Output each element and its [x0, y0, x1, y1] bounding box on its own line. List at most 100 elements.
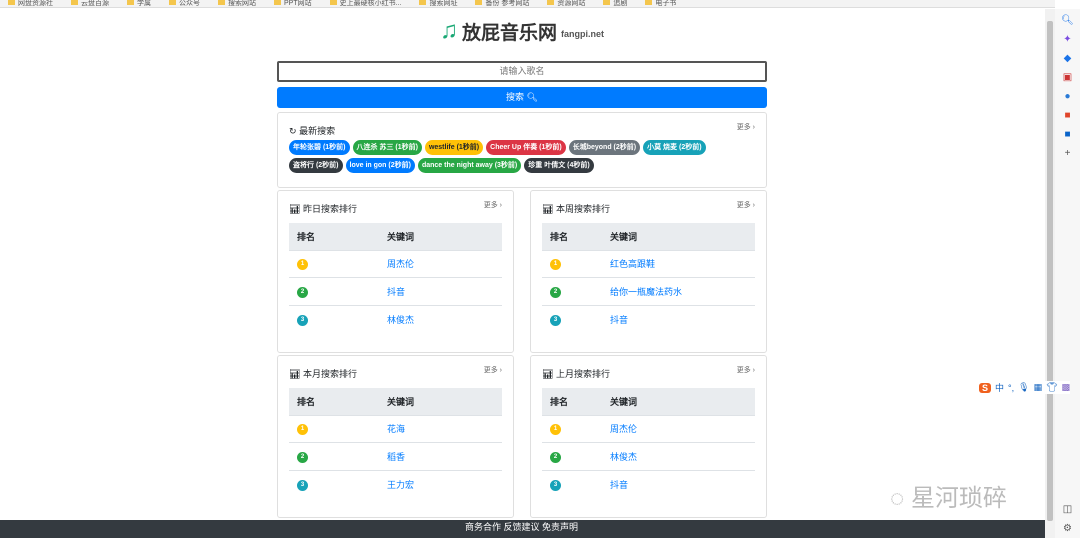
ranking-table: 排名 关键词 1 红色高跟鞋 2 给你一瓶魔法药水 3 抖音: [542, 223, 755, 333]
recent-tag[interactable]: Cheer Up 伴奏 (1秒前): [486, 140, 566, 155]
ranking-card: 📊︎ 本月搜索排行 更多 › 排名 关键词 1 花海 2 稻香 3 王力宏: [277, 355, 514, 518]
rank-cell: 3: [289, 469, 379, 498]
rank-badge: 3: [550, 479, 561, 491]
ranking-title-text: 本周搜索排行: [555, 204, 610, 214]
rank-badge: 1: [550, 424, 561, 436]
history-icon: ↻: [289, 126, 297, 136]
ranking-title-text: 本月搜索排行: [302, 369, 357, 379]
toolbox-icon[interactable]: ▣: [1063, 72, 1072, 83]
keyword-link[interactable]: 花海: [387, 424, 405, 434]
table-row: 3 抖音: [542, 304, 755, 333]
bar-chart-icon: 📊︎: [542, 369, 554, 379]
song-search-input[interactable]: 请输入歌名: [277, 61, 767, 82]
search-button[interactable]: 搜索 🔍︎: [277, 87, 767, 108]
tag-icon[interactable]: ◆: [1064, 53, 1072, 64]
ranking-more-link[interactable]: 更多 ›: [737, 365, 755, 375]
skin-icon[interactable]: 👕︎: [1046, 382, 1057, 393]
rank-badge: 1: [550, 259, 561, 271]
rank-cell: 3: [542, 469, 602, 498]
ime-mode[interactable]: 中: [995, 381, 1004, 394]
keyword-link[interactable]: 林俊杰: [610, 452, 637, 462]
keyword-cell: 花海: [379, 414, 502, 443]
bookmark-item[interactable]: 公众号: [169, 0, 200, 7]
keyword-cell: 抖音: [602, 304, 755, 333]
scrollbar-thumb[interactable]: [1047, 21, 1053, 521]
bookmark-item[interactable]: 搜索网址: [419, 0, 457, 7]
table-row: 3 抖音: [542, 469, 755, 498]
bookmark-item[interactable]: 搜索网站: [218, 0, 256, 7]
recent-tag[interactable]: dance the night away (3秒前): [417, 158, 522, 173]
sogou-logo: S: [979, 382, 992, 393]
keyboard-icon[interactable]: ▦: [1034, 382, 1043, 393]
keyword-link[interactable]: 周杰伦: [610, 424, 637, 434]
site-logo[interactable]: ♫ 放屁音乐网 fangpi.net: [440, 17, 604, 45]
ranking-card: 📊︎ 上月搜索排行 更多 › 排名 关键词 1 周杰伦 2 林俊杰 3 抖音: [530, 355, 767, 518]
bookmark-item[interactable]: 云盘百源: [71, 0, 109, 7]
ranking-table: 排名 关键词 1 周杰伦 2 抖音 3 林俊杰: [289, 223, 502, 333]
page: ♫ 放屁音乐网 fangpi.net 请输入歌名 搜索 🔍︎ ↻ 最新搜索 更多…: [0, 9, 1045, 538]
add-icon[interactable]: +: [1065, 148, 1071, 159]
copilot-icon[interactable]: ✦: [1063, 34, 1071, 45]
bookmark-item[interactable]: 备份 参考网站: [475, 0, 529, 7]
punctuation-icon[interactable]: °,: [1008, 383, 1014, 393]
keyword-link[interactable]: 给你一瓶魔法药水: [610, 287, 682, 297]
bookmark-item[interactable]: 追剧: [603, 0, 627, 7]
people-icon[interactable]: ●: [1064, 91, 1070, 102]
ranking-more-link[interactable]: 更多 ›: [484, 200, 502, 210]
office-icon[interactable]: ■: [1064, 110, 1070, 121]
keyword-link[interactable]: 抖音: [610, 315, 628, 325]
grid-icon[interactable]: ▩: [1062, 382, 1071, 393]
table-row: 1 周杰伦: [542, 414, 755, 443]
settings-icon[interactable]: ⚙: [1063, 523, 1072, 534]
recent-tag[interactable]: 长城beyond (2秒前): [568, 140, 641, 155]
bookmark-item[interactable]: 网盘资源社: [8, 0, 53, 7]
table-header: 排名 关键词: [542, 388, 755, 415]
microphone-icon[interactable]: 🎙︎: [1018, 382, 1029, 393]
bookmarks-bar: 网盘资源社 云盘百源 学属 公众号 搜索网站 PPT网站 史上最硬核小红书... 搜索网址 备份…: [0, 0, 1055, 8]
ime-toolbar[interactable]: S 中 °, 🎙︎ ▦ 👕︎ ▩: [979, 381, 1071, 394]
bar-chart-icon: 📊︎: [289, 204, 301, 214]
music-note-icon: ♫: [440, 17, 458, 44]
col-rank: 排名: [289, 388, 379, 415]
footer-links[interactable]: 商务合作 反馈建议 免责声明: [0, 520, 1045, 538]
table-row: 2 抖音: [289, 277, 502, 305]
ranking-more-link[interactable]: 更多 ›: [737, 200, 755, 210]
rank-cell: 2: [289, 277, 379, 305]
search-icon[interactable]: 🔍︎: [1061, 15, 1074, 26]
keyword-link[interactable]: 周杰伦: [387, 259, 414, 269]
rank-cell: 3: [289, 304, 379, 333]
keyword-link[interactable]: 王力宏: [387, 480, 414, 490]
recent-more-link[interactable]: 更多 ›: [737, 122, 755, 132]
panel-icon[interactable]: ◫: [1063, 504, 1072, 515]
bookmark-item[interactable]: 史上最硬核小红书...: [330, 0, 402, 7]
keyword-link[interactable]: 红色高跟鞋: [610, 259, 655, 269]
recent-tag[interactable]: 小莫 烧麦 (2秒前): [643, 140, 706, 155]
keyword-cell: 周杰伦: [379, 249, 502, 278]
rank-badge: 3: [297, 314, 308, 326]
recent-tag[interactable]: westlife (1秒前): [424, 140, 484, 155]
rank-cell: 1: [289, 414, 379, 443]
scrollbar[interactable]: [1045, 9, 1055, 538]
rank-cell: 2: [289, 442, 379, 470]
rank-cell: 1: [289, 249, 379, 278]
outlook-icon[interactable]: ■: [1064, 129, 1070, 140]
keyword-cell: 给你一瓶魔法药水: [602, 277, 755, 305]
bookmark-item[interactable]: 电子书: [645, 0, 676, 7]
recent-tag[interactable]: 八连杀 苏三 (1秒前): [352, 140, 422, 155]
bookmark-item[interactable]: 资源网站: [547, 0, 585, 7]
keyword-link[interactable]: 抖音: [387, 287, 405, 297]
recent-tag[interactable]: 珍重 叶倩文 (4秒前): [524, 158, 594, 173]
ranking-title: 📊︎ 上月搜索排行: [542, 367, 610, 380]
recent-tag[interactable]: 盗将行 (2秒前): [289, 158, 343, 173]
keyword-link[interactable]: 稻香: [387, 452, 405, 462]
ranking-more-link[interactable]: 更多 ›: [484, 365, 502, 375]
keyword-link[interactable]: 抖音: [610, 480, 628, 490]
recent-tag[interactable]: love in gon (2秒前): [345, 158, 415, 173]
bookmark-item[interactable]: 学属: [127, 0, 151, 7]
recent-tag[interactable]: 年轮张碧 (1秒前): [289, 140, 350, 155]
bookmark-item[interactable]: PPT网站: [274, 0, 312, 7]
watermark-text: 星河琐碎: [910, 485, 1007, 512]
table-row: 3 王力宏: [289, 469, 502, 498]
ranking-title-text: 昨日搜索排行: [302, 204, 357, 214]
keyword-link[interactable]: 林俊杰: [387, 315, 414, 325]
